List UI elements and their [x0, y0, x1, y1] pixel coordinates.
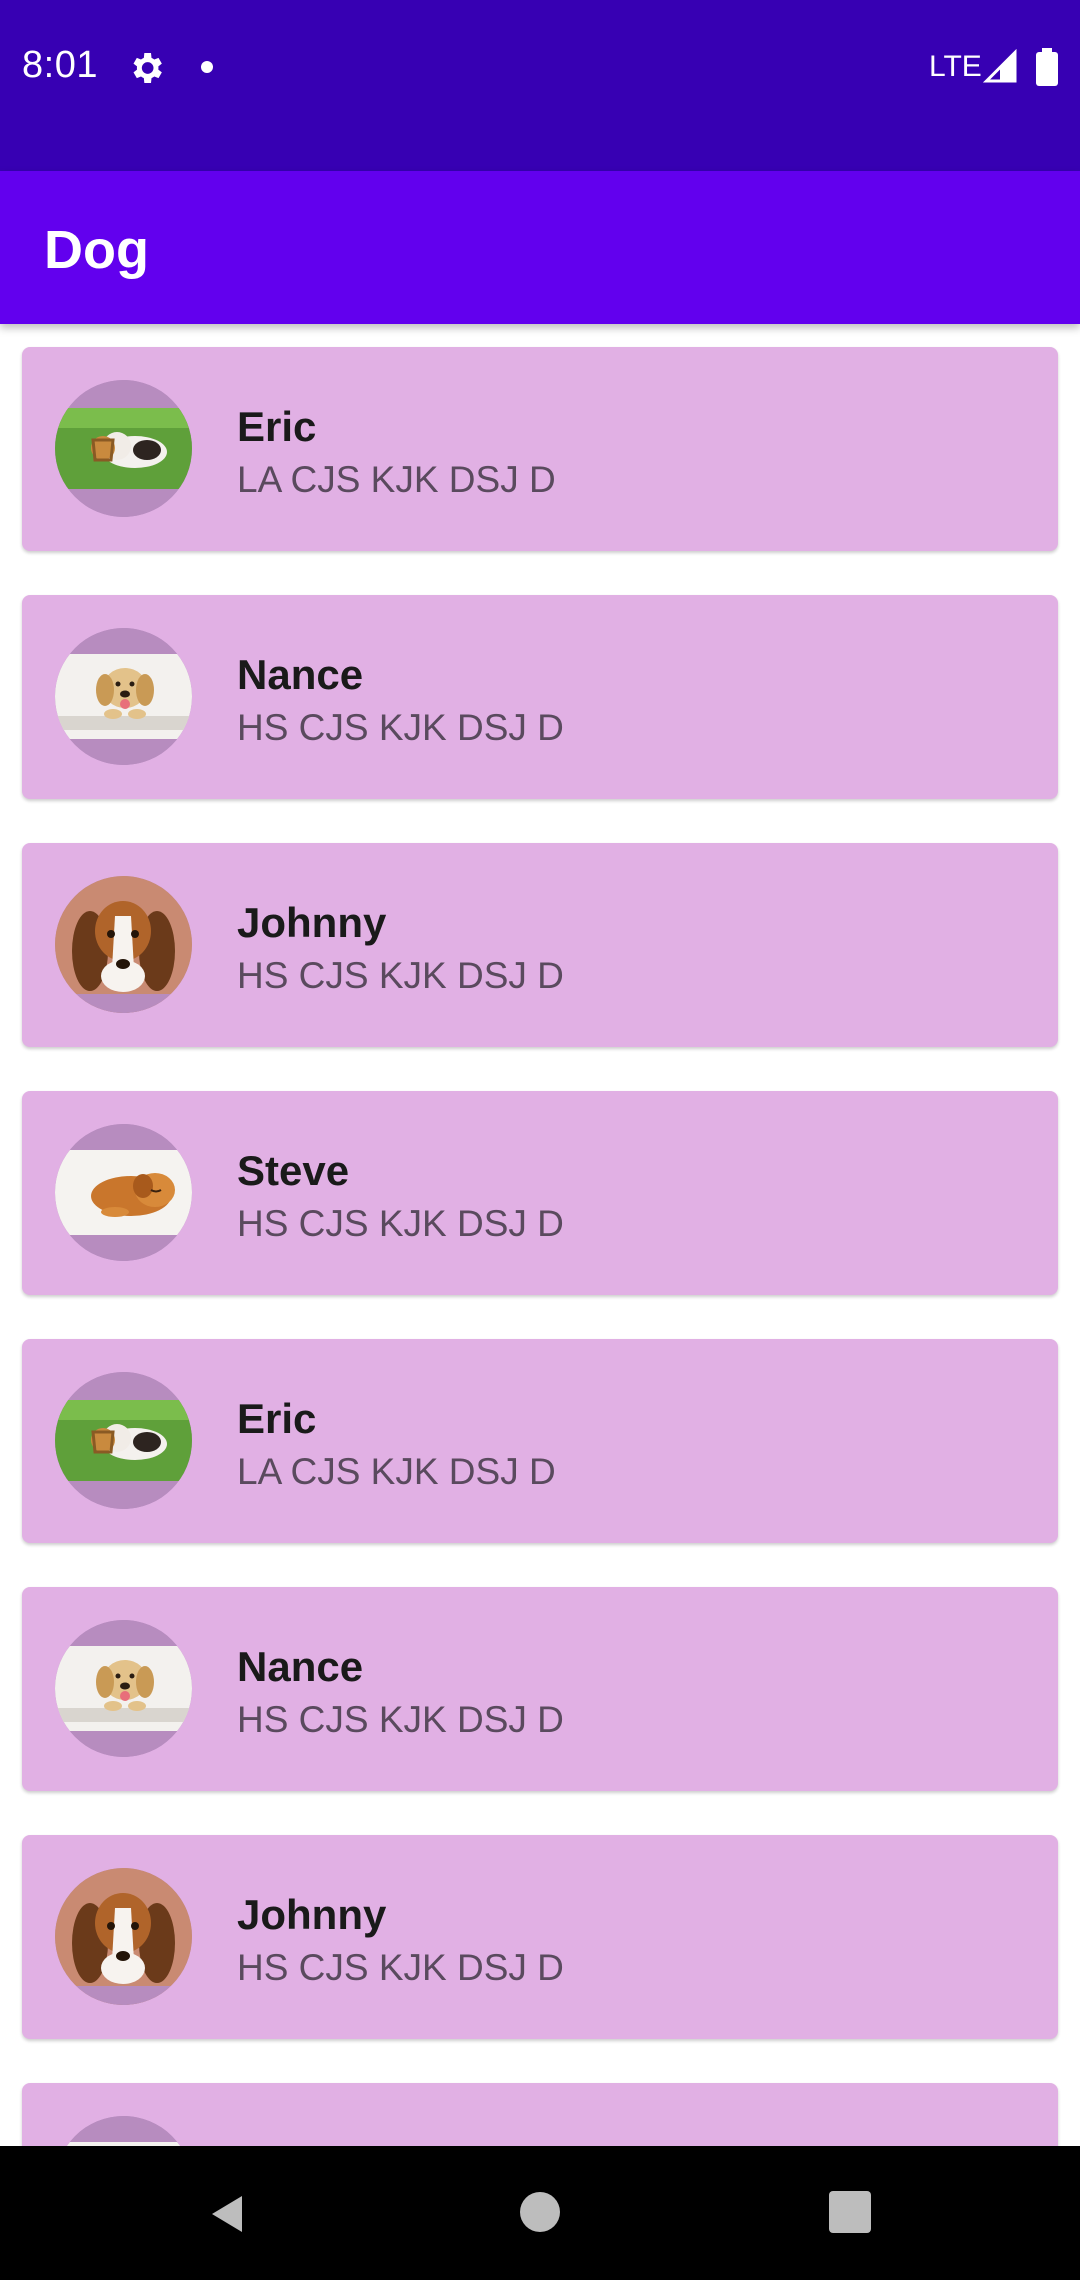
page-title: Dog: [44, 220, 149, 280]
dog-name: Eric: [237, 1395, 317, 1442]
dog-card[interactable]: Nance HS CJS KJK DSJ D: [22, 595, 1058, 799]
dog-card[interactable]: Steve HS CJS KJK DSJ D: [22, 1091, 1058, 1295]
dog-avatar: [55, 1124, 192, 1261]
status-time: 8:01: [22, 44, 98, 86]
dog-description: HS CJS KJK DSJ D: [237, 707, 564, 748]
dog-description: HS CJS KJK DSJ D: [237, 1947, 564, 1988]
dog-description: LA CJS KJK DSJ D: [237, 459, 556, 500]
settings-icon: [133, 53, 162, 83]
app-bar: Dog: [0, 171, 1080, 324]
dog-photo-golden-puppy: [55, 628, 192, 765]
dog-name: Eric: [237, 403, 317, 450]
dog-avatar: [55, 2116, 192, 2146]
signal-icon: [982, 48, 1017, 83]
dog-avatar: [55, 1372, 192, 1509]
notification-dot-icon: [201, 61, 213, 73]
dog-card[interactable]: Eric LA CJS KJK DSJ D: [22, 347, 1058, 551]
dog-card[interactable]: Johnny HS CJS KJK DSJ D: [22, 1835, 1058, 2039]
dog-photo-golden-puppy: [55, 1620, 192, 1757]
dog-description: HS CJS KJK DSJ D: [237, 1203, 564, 1244]
dog-photo-puppy-on-grass: [55, 380, 192, 517]
dog-card[interactable]: Nance HS CJS KJK DSJ D: [22, 1587, 1058, 1791]
status-bar: 8:01 LTE: [0, 0, 1080, 171]
dog-photo-beagle: [55, 876, 192, 1013]
dog-photo-sleeping-puppy: [55, 1124, 192, 1261]
recents-icon[interactable]: [829, 2191, 871, 2233]
dog-list[interactable]: Eric LA CJS KJK DSJ D Nance HS CJS KJK DSJ …: [0, 324, 1080, 2146]
dog-name: Johnny: [237, 899, 387, 946]
dog-name: Nance: [237, 651, 364, 698]
dog-photo-sleeping-puppy: [55, 2116, 192, 2146]
dog-card[interactable]: Eric LA CJS KJK DSJ D: [22, 1339, 1058, 1543]
dog-description: LA CJS KJK DSJ D: [237, 1451, 556, 1492]
dog-card[interactable]: SteveHS CJS KJK DSJ D: [22, 2083, 1058, 2146]
dog-name: Steve: [237, 2139, 349, 2146]
dog-avatar: [55, 876, 192, 1013]
dog-description: HS CJS KJK DSJ D: [237, 955, 564, 996]
dog-description: HS CJS KJK DSJ D: [237, 1699, 564, 1740]
dog-card[interactable]: Johnny HS CJS KJK DSJ D: [22, 843, 1058, 1047]
dog-avatar: [55, 1620, 192, 1757]
dog-avatar: [55, 628, 192, 765]
dog-name: Nance: [237, 1643, 364, 1690]
dog-name: Steve: [237, 1147, 350, 1194]
navigation-bar: [0, 2146, 1080, 2280]
battery-icon: [1036, 48, 1058, 86]
home-icon[interactable]: [520, 2192, 560, 2232]
back-icon[interactable]: [204, 2190, 252, 2238]
dog-photo-puppy-on-grass: [55, 1372, 192, 1509]
network-type: LTE: [929, 50, 982, 83]
dog-photo-beagle: [55, 1868, 192, 2005]
dog-avatar: [55, 1868, 192, 2005]
dog-name: Johnny: [237, 1891, 387, 1938]
dog-avatar: [55, 380, 192, 517]
